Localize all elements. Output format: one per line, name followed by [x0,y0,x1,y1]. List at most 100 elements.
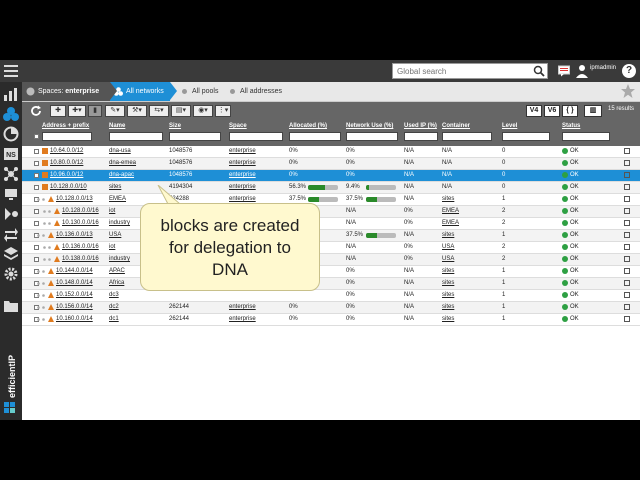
cell-address[interactable]: 10.80.0.0/12 [50,158,83,169]
filter-used-ip[interactable] [404,132,438,141]
json-view-toggle[interactable]: { } [562,105,578,117]
cell-container[interactable]: sites [442,290,454,301]
row-action-icon[interactable] [624,292,630,298]
breadcrumb-all-pools[interactable]: All pools [182,82,218,101]
col-network-use[interactable]: Network Use (%) [346,123,393,129]
filter-space[interactable] [229,132,283,141]
col-size[interactable]: Size [169,123,181,129]
row-action-icon[interactable] [624,160,630,166]
breadcrumb-spaces[interactable]: Spaces: enterprise [22,82,110,101]
cell-space[interactable]: enterprise [229,170,256,181]
layers-icon[interactable] [3,246,19,262]
cell-address[interactable]: 10.144.0.0/14 [56,266,93,277]
cell-address[interactable]: 10.156.0.0/14 [56,302,93,313]
search-icon[interactable] [533,65,545,77]
row-action-icon[interactable] [624,196,630,202]
folder-icon[interactable] [3,298,19,314]
row-checkbox[interactable] [34,257,39,262]
devices-icon[interactable] [3,186,19,202]
table-row[interactable]: 10.152.0.0/14 dc3 0% N/A sites 1 OK [22,290,640,302]
add-multiple-button[interactable]: ✚▾ [68,105,86,117]
cell-name[interactable]: dc3 [109,290,119,301]
view-menu-button[interactable]: ◉▾ [193,105,213,117]
row-checkbox[interactable] [34,221,39,226]
ipam-cluster-icon[interactable] [3,106,19,122]
settings-gear-icon[interactable] [3,266,19,282]
workflow-icon[interactable] [3,206,19,222]
row-action-icon[interactable] [624,244,630,250]
dns-icon[interactable]: NS [3,146,19,162]
table-row[interactable]: 10.136.0.0/16 iot N/A 0% USA 2 OK [22,242,640,254]
cell-space[interactable]: enterprise [229,146,256,157]
filter-status[interactable] [562,132,610,141]
table-row[interactable]: 10.96.0.0/12 dna-apac 1048576 enterprise 0% 0… [22,170,640,182]
table-row[interactable]: 10.136.0.0/13 USA 37.5% N/A sites 1 OK [22,230,640,242]
table-row[interactable]: 10.148.0.0/14 Africa 0% N/A sites 1 OK [22,278,640,290]
cell-name[interactable]: dna-usa [109,146,131,157]
row-action-icon[interactable] [624,280,630,286]
hamburger-menu-icon[interactable] [4,65,18,77]
row-checkbox[interactable] [34,209,39,214]
table-row[interactable]: 10.64.0.0/12 dna-usa 1048576 enterprise 0% 0%… [22,146,640,158]
cell-container[interactable]: EMEA [442,218,459,229]
table-row[interactable]: 10.128.0.0/13 EMEA 524288 enterprise 37.5% 37… [22,194,640,206]
breadcrumb-all-networks[interactable]: All networks [110,82,170,101]
cell-address[interactable]: 10.130.0.0/16 [62,218,99,229]
col-space[interactable]: Space [229,123,247,129]
row-action-icon[interactable] [624,316,630,322]
table-row[interactable]: 10.128.0.0/16 iot N/A 0% EMEA 2 OK [22,206,640,218]
cell-address[interactable]: 10.96.0.0/12 [50,170,83,181]
cell-address[interactable]: 10.136.0.0/13 [56,230,93,241]
cell-name[interactable]: industry [109,218,130,229]
row-action-icon[interactable] [624,208,630,214]
row-action-icon[interactable] [624,148,630,154]
cell-name[interactable]: dna-apac [109,170,134,181]
import-export-button[interactable]: ⇆▾ [149,105,169,117]
row-checkbox[interactable] [34,161,39,166]
cell-space[interactable]: enterprise [229,314,256,325]
cell-address[interactable]: 10.128.0.0/10 [50,182,87,193]
row-action-icon[interactable] [624,304,630,310]
dhcp-pie-icon[interactable] [3,126,19,142]
col-status[interactable]: Status [562,123,580,129]
cell-container[interactable]: EMEA [442,206,459,217]
filter-network-use[interactable] [346,132,398,141]
cell-name[interactable]: Africa [109,278,124,289]
table-row[interactable]: 10.80.0.0/12 dna-emea 1048576 enterprise 0% 0… [22,158,640,170]
messages-icon[interactable] [558,65,570,77]
refresh-icon[interactable] [30,105,42,117]
filter-size[interactable] [169,132,221,141]
report-menu-button[interactable]: ▤▾ [171,105,191,117]
cell-container[interactable]: sites [442,302,454,313]
row-action-icon[interactable] [624,256,630,262]
cell-name[interactable]: dc2 [109,302,119,313]
table-row[interactable]: 10.160.0.0/14 dc1 262144 enterprise 0% 0% N/A s… [22,314,640,326]
cell-space[interactable]: enterprise [229,158,256,169]
row-action-icon[interactable] [624,184,630,190]
cell-container[interactable]: sites [442,314,454,325]
cell-address[interactable]: 10.128.0.0/13 [56,194,93,205]
cell-address[interactable]: 10.128.0.0/16 [62,206,99,217]
filter-name[interactable] [109,132,163,141]
cell-space[interactable]: enterprise [229,302,256,313]
row-checkbox[interactable] [34,185,39,190]
cell-name[interactable]: USA [109,230,121,241]
cell-name[interactable]: iot [109,206,115,217]
cell-address[interactable]: 10.136.0.0/16 [62,242,99,253]
col-used-ip[interactable]: Used IP (%) [404,123,437,129]
cell-container[interactable]: sites [442,278,454,289]
cell-name[interactable]: APAC [109,266,125,277]
col-allocated[interactable]: Allocated (%) [289,123,327,129]
cell-name[interactable]: EMEA [109,194,126,205]
breadcrumb-all-addresses[interactable]: All addresses [230,82,282,101]
row-action-icon[interactable] [624,268,630,274]
network-topology-icon[interactable] [3,166,19,182]
cell-container[interactable]: USA [442,242,454,253]
more-options-button[interactable]: ⋮▾ [215,105,231,117]
ipv4-toggle[interactable]: V4 [526,105,542,117]
cell-name[interactable]: industry [109,254,130,265]
row-action-icon[interactable] [624,172,630,178]
cell-container[interactable]: USA [442,254,454,265]
table-row[interactable]: 10.138.0.0/16 industry N/A 0% USA 2 OK [22,254,640,266]
cell-name[interactable]: sites [109,182,121,193]
